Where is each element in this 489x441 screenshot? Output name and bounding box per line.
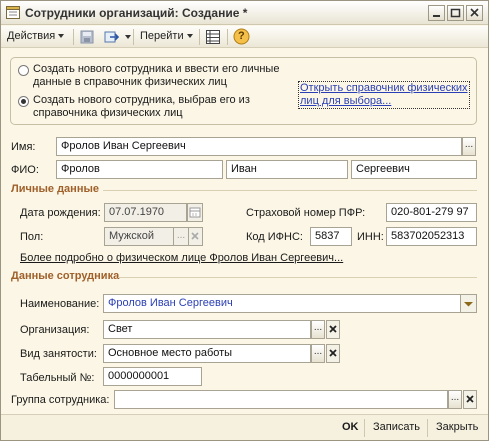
employment-type-clear-button[interactable]: [326, 344, 340, 363]
ifns-label: Код ИФНС:: [246, 231, 303, 243]
radio-new-person-label[interactable]: Создать нового сотрудника и ввести его л…: [33, 63, 279, 89]
toolbar-divider: [73, 29, 74, 45]
radio-select-person-line1: Создать нового сотрудника, выбрав его из: [33, 94, 250, 106]
employment-type-select-button[interactable]: ...: [311, 344, 325, 363]
employee-name-dropdown[interactable]: [461, 294, 477, 313]
help-button[interactable]: ?: [233, 28, 250, 48]
name-input[interactable]: Фролов Иван Сергеевич: [56, 137, 462, 156]
radio-new-person-line1: Создать нового сотрудника и ввести его л…: [33, 63, 280, 75]
help-label: ?: [238, 30, 245, 42]
table-icon: [206, 30, 220, 44]
close-window-button[interactable]: [466, 5, 483, 21]
toolbar-divider: [199, 29, 200, 45]
radio-select-person[interactable]: [18, 96, 29, 107]
snils-label: Страховой номер ПФР:: [246, 207, 366, 219]
name-label: Имя:: [11, 141, 36, 153]
birth-date-label: Дата рождения:: [20, 207, 101, 219]
employee-group-input[interactable]: [114, 390, 448, 409]
minimize-button[interactable]: [428, 5, 445, 21]
inn-input[interactable]: 583702052313: [386, 227, 477, 246]
floppy-icon: [80, 30, 94, 44]
transfer-icon: [104, 31, 120, 43]
organization-clear-button[interactable]: [326, 320, 340, 339]
window-title: Сотрудники организаций: Создание *: [25, 6, 248, 20]
form-content: Создать нового сотрудника и ввести его л…: [1, 49, 488, 413]
open-link-line1: Открыть справочник физических: [300, 82, 468, 94]
save-button[interactable]: Записать: [373, 421, 420, 433]
minimize-icon: [433, 15, 440, 17]
title-bar: Сотрудники организаций: Создание *: [1, 1, 488, 25]
transfer-menu[interactable]: [104, 29, 131, 48]
fio-label: ФИО:: [11, 164, 39, 176]
middle-name-input[interactable]: Сергеевич: [351, 160, 477, 179]
chevron-down-icon: [125, 35, 131, 39]
organization-input[interactable]: Свет: [103, 320, 311, 339]
employee-group-clear-button[interactable]: [463, 390, 477, 409]
open-link-line2: лиц для выбора...: [300, 95, 392, 107]
gender-clear-button[interactable]: [189, 227, 203, 246]
birth-date-input[interactable]: 07.07.1970: [104, 203, 187, 222]
form-icon: [6, 6, 20, 19]
snils-input[interactable]: 020-801-279 97: [386, 203, 477, 222]
toolbar-divider: [133, 29, 134, 45]
toolbar-divider: [227, 29, 228, 45]
last-name-input[interactable]: Фролов: [56, 160, 223, 179]
section-divider: [118, 277, 477, 278]
radio-new-person[interactable]: [18, 65, 29, 76]
employee-section-title: Данные сотрудника: [11, 270, 120, 282]
calendar-icon: [189, 207, 201, 218]
radio-select-person-line2: справочника физических лиц: [33, 107, 183, 119]
close-icon: [470, 8, 479, 17]
radio-select-person-label[interactable]: Создать нового сотрудника, выбрав его из…: [33, 94, 250, 120]
goto-label: Перейти: [140, 30, 184, 42]
toolbar: Действия Перейти ?: [1, 26, 488, 48]
goto-menu[interactable]: Перейти: [140, 30, 193, 42]
inn-label: ИНН:: [357, 231, 384, 243]
open-persons-directory-link[interactable]: Открыть справочник физических лиц для вы…: [298, 81, 470, 109]
employee-name-label: Наименование:: [20, 298, 100, 310]
clear-icon: [191, 232, 199, 240]
gender-label: Пол:: [20, 231, 44, 243]
tab-number-label: Табельный №:: [20, 372, 95, 384]
clear-icon: [466, 395, 474, 403]
first-name-input[interactable]: Иван: [226, 160, 348, 179]
chevron-down-icon: [464, 302, 473, 307]
organization-select-button[interactable]: ...: [311, 320, 325, 339]
employment-type-input[interactable]: Основное место работы: [103, 344, 311, 363]
clear-icon: [329, 349, 337, 357]
close-button[interactable]: Закрыть: [436, 421, 478, 433]
chevron-down-icon: [186, 34, 193, 39]
creation-mode-panel: Создать нового сотрудника и ввести его л…: [10, 57, 477, 125]
calendar-button[interactable]: [187, 203, 203, 222]
maximize-icon: [450, 8, 461, 18]
actions-label: Действия: [7, 30, 56, 42]
organization-label: Организация:: [20, 324, 90, 336]
radio-new-person-line2: данные в справочник физических лиц: [33, 76, 227, 88]
personal-section-title: Личные данные: [11, 183, 99, 195]
employee-group-label: Группа сотрудника:: [11, 394, 110, 406]
footer-divider: [427, 419, 428, 437]
maximize-button[interactable]: [447, 5, 464, 21]
clear-icon: [329, 325, 337, 333]
person-details-link[interactable]: Более подробно о физическом лице Фролов …: [20, 252, 343, 264]
ok-button[interactable]: OK: [342, 421, 359, 433]
employee-group-select-button[interactable]: ...: [448, 390, 462, 409]
employment-type-label: Вид занятости:: [20, 348, 97, 360]
section-divider: [103, 190, 477, 191]
chevron-down-icon: [58, 34, 65, 39]
actions-menu[interactable]: Действия: [7, 30, 65, 42]
save-doc-button[interactable]: [79, 29, 95, 48]
form-footer: OK Записать Закрыть: [1, 414, 488, 440]
gender-select-button[interactable]: ...: [174, 227, 189, 246]
employee-name-input[interactable]: Фролов Иван Сергеевич: [103, 294, 461, 313]
footer-divider: [364, 419, 365, 437]
list-view-button[interactable]: [205, 29, 221, 48]
gender-input[interactable]: Мужской: [104, 227, 174, 246]
ifns-input[interactable]: 5837: [310, 227, 352, 246]
tab-number-input[interactable]: 0000000001: [103, 367, 202, 386]
name-select-button[interactable]: ...: [462, 137, 476, 156]
form-window: Сотрудники организаций: Создание * Дейст…: [0, 0, 489, 441]
